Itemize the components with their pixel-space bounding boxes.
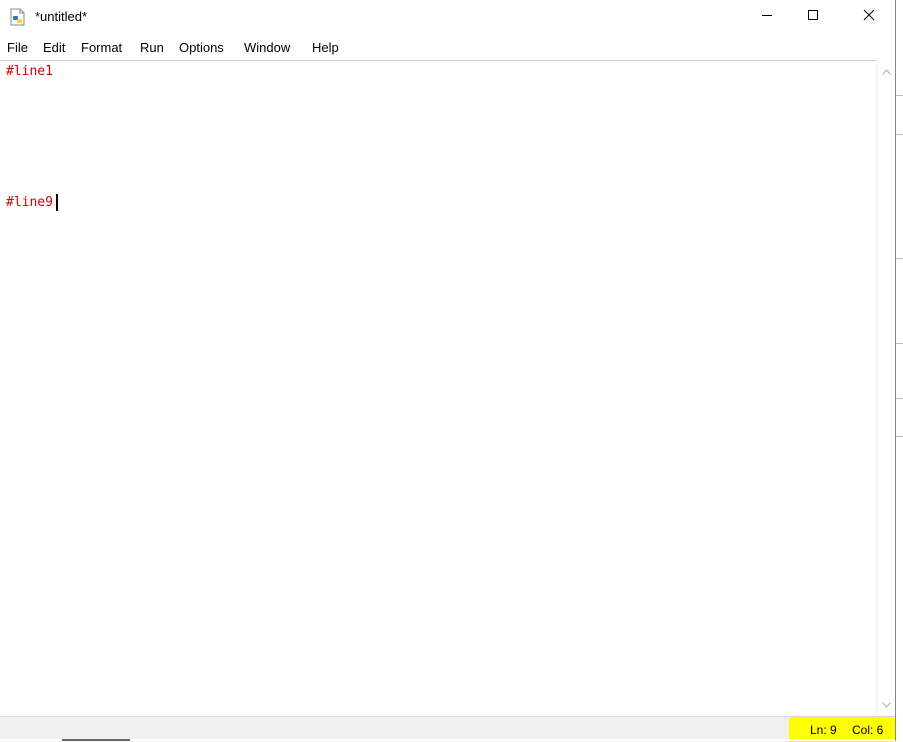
edge-divider: [896, 343, 903, 344]
close-button[interactable]: [846, 0, 892, 34]
code-line-9: #line9: [6, 195, 53, 210]
menu-edit[interactable]: Edit: [43, 40, 65, 55]
window-title: *untitled*: [35, 9, 88, 24]
maximize-button[interactable]: [790, 0, 836, 34]
background-window-edge: [895, 0, 903, 741]
text-cursor: [56, 194, 58, 211]
window-border: [895, 0, 896, 741]
menu-format[interactable]: Format: [81, 40, 122, 55]
scroll-up-arrow-icon[interactable]: [880, 65, 893, 78]
menu-bar: File Edit Format Run Options Window Help: [0, 36, 895, 60]
scroll-down-arrow-icon[interactable]: [880, 698, 893, 711]
minimize-icon: [761, 8, 773, 26]
menu-file[interactable]: File: [7, 40, 28, 55]
menu-help[interactable]: Help: [312, 40, 339, 55]
minimize-button[interactable]: [744, 0, 790, 34]
code-line-1: #line1: [6, 64, 53, 79]
status-column-number: Col: 6: [852, 723, 884, 737]
edge-divider: [896, 258, 903, 259]
menu-window[interactable]: Window: [244, 40, 290, 55]
python-file-icon: [9, 8, 27, 26]
edge-divider: [896, 398, 903, 399]
status-line-number: Ln: 9: [810, 723, 837, 737]
edge-divider: [896, 95, 903, 96]
code-editor[interactable]: #line1 #line9: [0, 60, 876, 717]
vertical-scrollbar[interactable]: [876, 60, 896, 716]
menu-options[interactable]: Options: [179, 40, 224, 55]
title-bar[interactable]: *untitled*: [0, 0, 895, 36]
menu-run[interactable]: Run: [140, 40, 164, 55]
edge-divider: [896, 134, 903, 135]
close-icon: [863, 8, 875, 26]
edge-divider: [896, 436, 903, 437]
maximize-icon: [807, 8, 819, 26]
